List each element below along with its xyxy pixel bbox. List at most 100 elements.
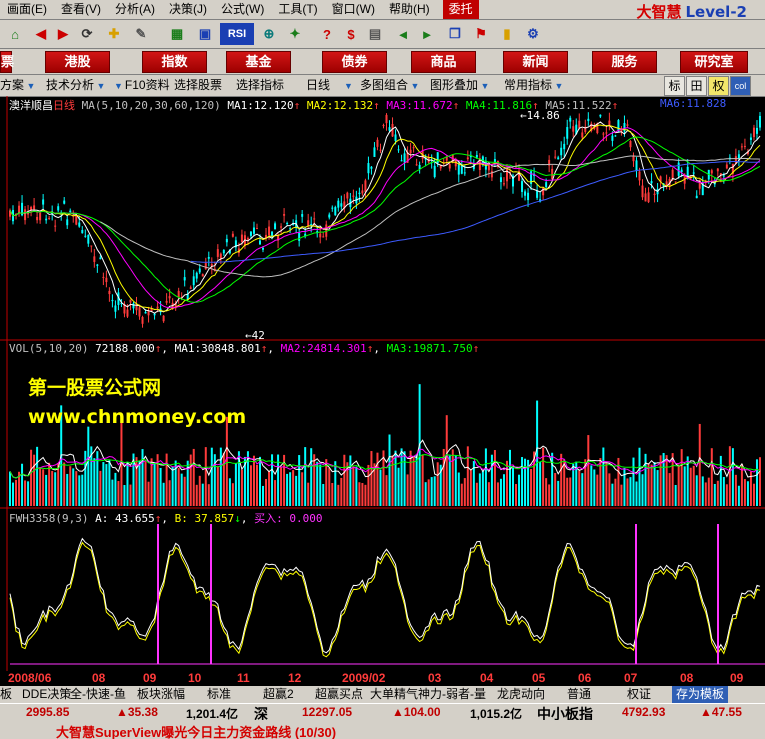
grid-icon[interactable]: ▣ [194,23,216,45]
menu-window[interactable]: 窗口(W) [325,0,382,19]
fn-f10[interactable]: ▼ F10资料 [114,77,170,94]
volume-bar [292,470,295,506]
book-icon[interactable]: ❐ [444,23,466,45]
nav-fund[interactable]: 基金 [226,51,291,73]
menu-screen[interactable]: 画面(E) [0,0,54,19]
home-icon[interactable]: ⌂ [4,23,26,45]
volume-bar [337,484,340,506]
candle-body [638,171,641,181]
fn-select-stock[interactable]: 选择股票 [174,77,222,94]
crosshair-icon[interactable]: ✚ [103,23,125,45]
arrow-left-icon[interactable]: ◄ [392,23,414,45]
menu-help[interactable]: 帮助(H) [382,0,437,19]
tab-save-template[interactable]: 存为模板 [672,686,729,703]
sz-index: 12297.05 [302,705,353,719]
question-icon[interactable]: ? [316,23,338,45]
candle-body [138,307,141,317]
volume-bar [105,464,108,506]
mark-button[interactable]: 标 [664,76,685,96]
candle-body [572,126,575,132]
tab-big-order[interactable]: 大单精气神力-弱者-量 [370,686,486,703]
flag-icon[interactable]: ⚑ [470,23,492,45]
menu-bar: 画面(E) 查看(V) 分析(A) 决策(J) 公式(W) 工具(T) 窗口(W… [0,0,765,21]
tab-normal[interactable]: 普通 [567,686,591,703]
forward-icon[interactable]: ▶ [52,23,74,45]
candle-body [376,139,379,147]
menu-formula[interactable]: 公式(W) [214,0,271,19]
volume-bar [286,473,289,506]
settings-icon[interactable]: ⚙ [522,23,544,45]
nav-news[interactable]: 新闻 [503,51,568,73]
arrow-right-icon[interactable]: ► [416,23,438,45]
volume-bar [755,459,758,506]
volume-bar [650,464,653,506]
binoculars-icon[interactable]: ⊕ [258,23,280,45]
nav-service[interactable]: 服务 [592,51,657,73]
volume-bar [433,476,436,506]
rights-button[interactable]: 权 [708,76,729,96]
fn-scheme[interactable]: 方案 ▼ [0,77,37,94]
up-arrow-icon: ↑ [293,99,301,112]
document-icon[interactable]: ▤ [364,23,386,45]
candle-body [710,170,713,174]
ruler-icon[interactable]: ✎ [130,23,152,45]
volume-bar [307,482,310,506]
price-low-label: ←42 [245,329,265,342]
rsi-icon[interactable]: RSI [220,23,254,45]
candle-body [457,164,460,175]
nav-hk-stocks[interactable]: 港股 [45,51,110,73]
volume-bar [391,455,394,506]
candle-body [310,223,313,225]
nav-index[interactable]: 指数 [142,51,207,73]
fn-multi-chart[interactable]: 多图组合 ▼ [360,77,421,94]
back-icon[interactable]: ◀ [30,23,52,45]
dropdown-icon: ▼ [408,81,420,91]
fwh-b-label: B: [174,512,188,525]
vol-ma2-value: 24814.301 [307,342,367,355]
menu-tools[interactable]: 工具(T) [271,0,324,19]
volume-bar [268,471,271,506]
fn-overlay[interactable]: 图形叠加 ▼ [430,77,491,94]
tab-board[interactable]: 板 [0,686,12,703]
tab-standard[interactable]: 标准 [207,686,231,703]
layout-button[interactable]: 田 [686,76,707,96]
volume-bar [207,484,210,506]
tab-dragon-tiger[interactable]: 龙虎动向 [497,686,545,703]
fn-tech-analysis[interactable]: 技术分析 ▼ [46,77,107,94]
bars-icon[interactable]: ▮ [496,23,518,45]
fn-common-indicator[interactable]: 常用指标 ▼ [504,77,565,94]
menu-view[interactable]: 查看(V) [54,0,108,19]
tab-sector-gain[interactable]: 板块涨幅 [137,686,185,703]
candle-body [674,181,677,183]
volume-bar [680,449,683,506]
candle-body [521,181,524,192]
nav-bond[interactable]: 债券 [322,51,387,73]
columns-button[interactable]: col [730,76,751,96]
nav-stub-label: 票 [1,54,15,69]
chart-icon[interactable]: ▦ [166,23,188,45]
fn-daily[interactable]: 日线 ▼ [306,77,355,94]
menu-analysis[interactable]: 分析(A) [108,0,162,19]
volume-bar [415,454,418,506]
fn-select-indicator[interactable]: 选择指标 [236,77,284,94]
refresh-icon[interactable]: ⟳ [76,23,98,45]
date-label: 2008/06 [8,671,52,685]
nav-research[interactable]: 研究室 [680,51,748,73]
tab-dde[interactable]: DDE决策 [22,686,71,703]
news-ticker[interactable]: 大智慧SuperView曝光今日主力资金路线 (10/30) [0,720,765,739]
nav-commodity[interactable]: 商品 [411,51,476,73]
tab-warrant[interactable]: 权证 [627,686,651,703]
volume-bar [638,447,641,506]
function-bar: 方案 ▼ 技术分析 ▼ ▼ F10资料 选择股票 选择指标 日线 ▼ 多图组合 ▼ … [0,75,765,97]
ticker-text[interactable]: 大智慧SuperView曝光今日主力资金路线 (10/30) [56,722,336,739]
volume-bar [355,466,358,506]
nav-stub[interactable]: 票 [0,51,15,73]
tools-icon[interactable]: ✦ [284,23,306,45]
tab-super-buy[interactable]: 超赢买点 [315,686,363,703]
menu-decision[interactable]: 决策(J) [162,0,214,19]
entrust-button[interactable]: 委托 [442,0,479,19]
tab-super-win2[interactable]: 超赢2 [263,686,294,703]
candle-body [96,264,99,266]
dollar-icon[interactable]: $ [340,23,362,45]
tab-fast-fish[interactable]: 全-快速-鱼 [70,686,126,703]
